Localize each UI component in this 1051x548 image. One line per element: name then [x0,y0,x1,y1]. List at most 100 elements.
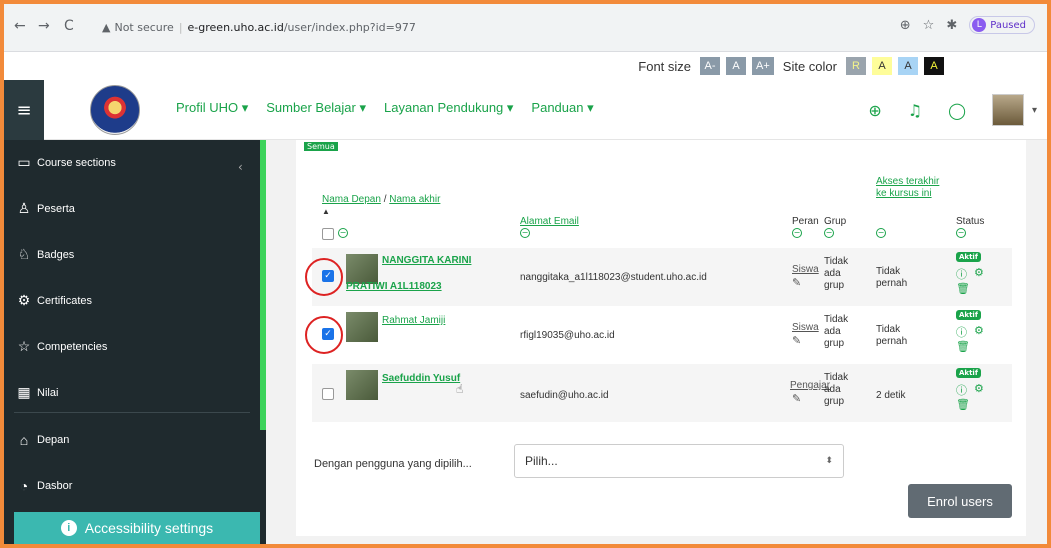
user-name-link[interactable]: Rahmat Jamiji [382,312,445,330]
sidebar-item-label: Certificates [37,294,93,307]
collapse-name-icon[interactable]: − [338,228,348,238]
highlight-circle [305,316,343,354]
grades-icon: ▦ [17,384,31,400]
last-access: Tidak pernah [876,266,908,289]
menu-profil-uho[interactable]: Profil UHO ▾ [176,100,248,116]
user-photo [346,370,378,400]
trash-icon[interactable]: 🗑 [956,340,970,353]
color-blue-button[interactable]: A [898,57,918,75]
extensions-icon[interactable]: ✱ [946,18,957,33]
hamburger-menu-icon[interactable]: ≡ [4,80,44,140]
main-region: Semua Nama Depan / Nama akhir ▲ − Alamat… [266,140,1047,544]
hand-cursor-icon: ☝ [456,382,464,396]
security-label: Not secure [114,20,174,34]
badge-icon: ♘ [17,246,31,262]
status-badge: Aktif [956,368,981,378]
font-decrease-button[interactable]: A- [700,57,721,75]
color-reset-button[interactable]: R [846,57,866,75]
header-slash: / [380,194,390,205]
user-email: nanggitaka_a1l118023@student.uho.ac.id [520,272,707,283]
select-all-checkbox[interactable] [322,228,334,240]
navbar-actions: ⊕ ♫ ◯ ▾ [868,94,1037,126]
gear-icon[interactable]: ⚙ [974,382,984,395]
accessibility-settings-label: Accessibility settings [84,520,214,536]
user-email: saefudin@uho.ac.id [520,390,609,401]
sidebar-item-badges[interactable]: ♘ Badges [14,246,75,263]
sidebar-item-label: Course sections [37,156,116,169]
font-reset-button[interactable]: A [726,57,747,75]
bulk-action-select[interactable]: Pilih... ⬍ [514,444,844,478]
sidebar-item-dasbor[interactable]: ◔ Dasbor [14,478,73,494]
sidebar-item-label: Dasbor [37,480,73,492]
highlight-circle [305,258,343,296]
filter-all[interactable]: Semua [304,142,338,151]
back-icon[interactable]: ← [14,18,26,34]
last-access: Tidak pernah [876,324,908,347]
messages-icon[interactable]: ◯ [948,101,966,120]
collapse-email-icon[interactable]: − [520,228,530,238]
header-group: Grup [824,216,847,227]
collapse-chevron-icon[interactable]: ‹ [238,160,243,174]
last-access: 2 detik [876,390,906,401]
user-role-link[interactable]: Siswa [792,322,819,333]
sort-asc-icon: ▲ [322,207,330,216]
gear-icon[interactable]: ⚙ [974,324,984,337]
info-icon[interactable]: ⓘ [956,266,967,282]
sort-first-name-link[interactable]: Nama Depan [322,194,381,205]
collapse-status-icon[interactable]: − [956,228,966,238]
row-checkbox[interactable] [322,388,334,400]
trash-icon[interactable]: 🗑 [956,282,970,295]
forward-icon[interactable]: → [38,18,50,34]
sidebar-item-label: Competencies [37,340,108,353]
gear-icon[interactable]: ⚙ [974,266,984,279]
color-yellow-button[interactable]: A [872,57,892,75]
header-name: Nama Depan / Nama akhir [322,194,440,206]
edit-pencil-icon[interactable]: ✎ [792,276,801,289]
address-bar[interactable]: ▲ Not secure | e-green.uho.ac.id /user/i… [102,14,952,40]
menu-layanan-pendukung[interactable]: Layanan Pendukung ▾ [384,100,513,116]
info-icon[interactable]: ⓘ [956,382,967,398]
trash-icon[interactable]: 🗑 [956,398,970,411]
bulk-select-value: Pilih... [525,454,558,468]
sidebar-item-depan[interactable]: ⌂ Depan [14,432,70,448]
browser-actions: ⊕ ☆ ✱ L Paused [900,16,1035,34]
collapse-role-icon[interactable]: − [792,228,802,238]
user-name-link-line2[interactable]: PRATIWI A1L118023 [346,278,442,296]
sidebar-item-peserta[interactable]: ♙ Peserta [14,200,75,217]
user-name-link[interactable]: Saefuddin Yusuf [382,370,460,388]
sort-last-name-link[interactable]: Nama akhir [389,194,440,205]
menu-sumber-belajar[interactable]: Sumber Belajar ▾ [266,100,366,116]
collapse-last-access-icon[interactable]: − [876,228,886,238]
font-increase-button[interactable]: A+ [752,57,774,75]
edit-pencil-icon[interactable]: ✎ [792,334,801,347]
user-name-link[interactable]: NANGGITA KARINI [382,252,471,270]
info-icon[interactable]: ⓘ [956,324,967,340]
user-photo [346,312,378,342]
status-badge: Aktif [956,252,981,262]
profile-button[interactable]: L Paused [969,16,1035,34]
edit-pencil-icon[interactable]: ✎ [792,392,801,405]
sidebar-divider [14,412,250,413]
menu-panduan[interactable]: Panduan ▾ [531,100,593,116]
sort-last-access-link[interactable]: Akses terakhir ke kursus ini [876,176,946,200]
language-globe-icon[interactable]: ⊕ [868,101,881,120]
user-avatar [991,94,1024,126]
accessibility-settings-button[interactable]: i Accessibility settings [14,512,260,544]
enrol-users-button[interactable]: Enrol users [908,484,1012,518]
table-row: ✓ Rahmat Jamiji rfigl19035@uho.ac.id Sis… [312,306,1012,364]
status-badge: Aktif [956,310,981,320]
color-dark-button[interactable]: A [924,57,944,75]
sort-email-link[interactable]: Alamat Email [520,216,579,228]
uho-logo[interactable] [90,85,140,135]
sidebar-item-competencies[interactable]: ☆ Competencies [14,338,108,355]
reload-icon[interactable]: C [64,18,74,34]
sidebar-item-certificates[interactable]: ⚙ Certificates [14,292,92,309]
user-role-link[interactable]: Siswa [792,264,819,275]
bookmark-star-icon[interactable]: ☆ [923,18,935,33]
user-menu[interactable]: ▾ [991,94,1037,126]
collapse-group-icon[interactable]: − [824,228,834,238]
sidebar-item-course-sections[interactable]: ▭ Course sections [14,154,116,171]
zoom-icon[interactable]: ⊕ [900,18,911,33]
sidebar-item-nilai[interactable]: ▦ Nilai [14,384,58,401]
notification-bell-icon[interactable]: ♫ [908,101,922,120]
